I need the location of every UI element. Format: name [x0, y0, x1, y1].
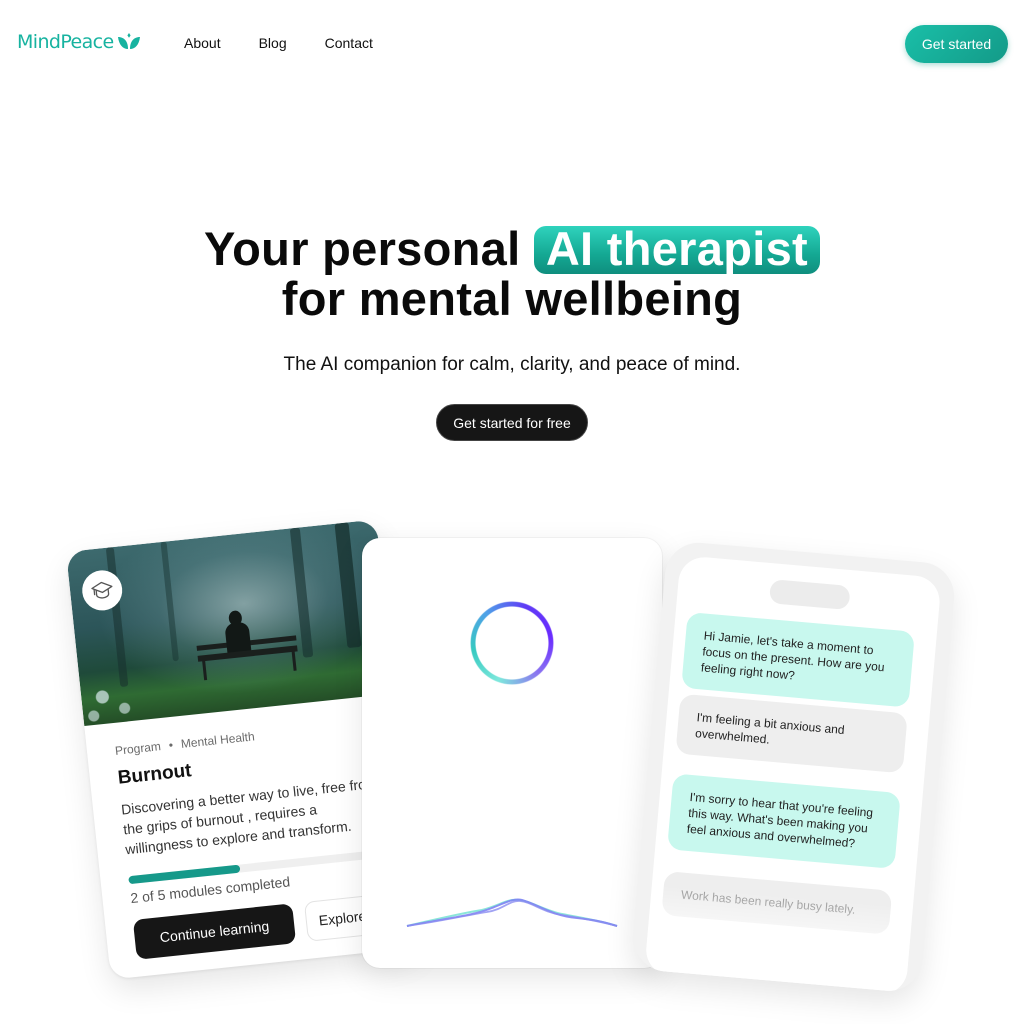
chat-message-user: I'm feeling a bit anxious and overwhelme… [675, 693, 908, 774]
hero-title-line2: for mental wellbeing [281, 272, 743, 325]
phone-notch [768, 579, 851, 611]
graduation-cap-icon [91, 581, 113, 599]
meta-separator: • [168, 737, 174, 753]
get-started-button[interactable]: Get started [905, 25, 1008, 63]
top-nav: MindPeace About Blog Contact Get started [0, 0, 1024, 86]
program-image [66, 519, 395, 727]
continue-learning-button[interactable]: Continue learning [132, 903, 297, 960]
hero-subtitle: The AI companion for calm, clarity, and … [283, 354, 741, 375]
program-category: Mental Health [180, 729, 256, 752]
voice-orb[interactable] [470, 601, 554, 685]
hero-title-highlight: AI therapist [533, 225, 820, 274]
nav-link-blog[interactable]: Blog [259, 35, 287, 51]
nav-links: About Blog Contact [184, 35, 373, 51]
get-started-free-button[interactable]: Get started for free [436, 404, 588, 441]
hero-title: Your personal AI therapist for mental we… [0, 224, 1024, 323]
program-type: Program [114, 739, 162, 758]
phone-screen: Hi Jamie, let's take a moment to focus o… [644, 555, 942, 994]
program-meta: Program • Mental Health [114, 729, 255, 758]
program-title: Burnout [116, 760, 193, 789]
nav-link-contact[interactable]: Contact [325, 35, 373, 51]
hero-title-part1: Your personal [204, 222, 521, 275]
voice-card [362, 538, 662, 968]
chat-card: Hi Jamie, let's take a moment to focus o… [630, 540, 957, 994]
nav-link-about[interactable]: About [184, 35, 221, 51]
chat-message-ai: I'm sorry to hear that you're feeling th… [667, 773, 901, 869]
program-description: Discovering a better way to live, free f… [120, 774, 379, 858]
logo[interactable]: MindPeace [17, 31, 141, 53]
audio-waveform [404, 898, 620, 929]
logo-text: MindPeace [17, 31, 114, 53]
leaf-sprout-icon [117, 33, 140, 49]
chat-message-ai: Hi Jamie, let's take a moment to focus o… [681, 611, 915, 708]
